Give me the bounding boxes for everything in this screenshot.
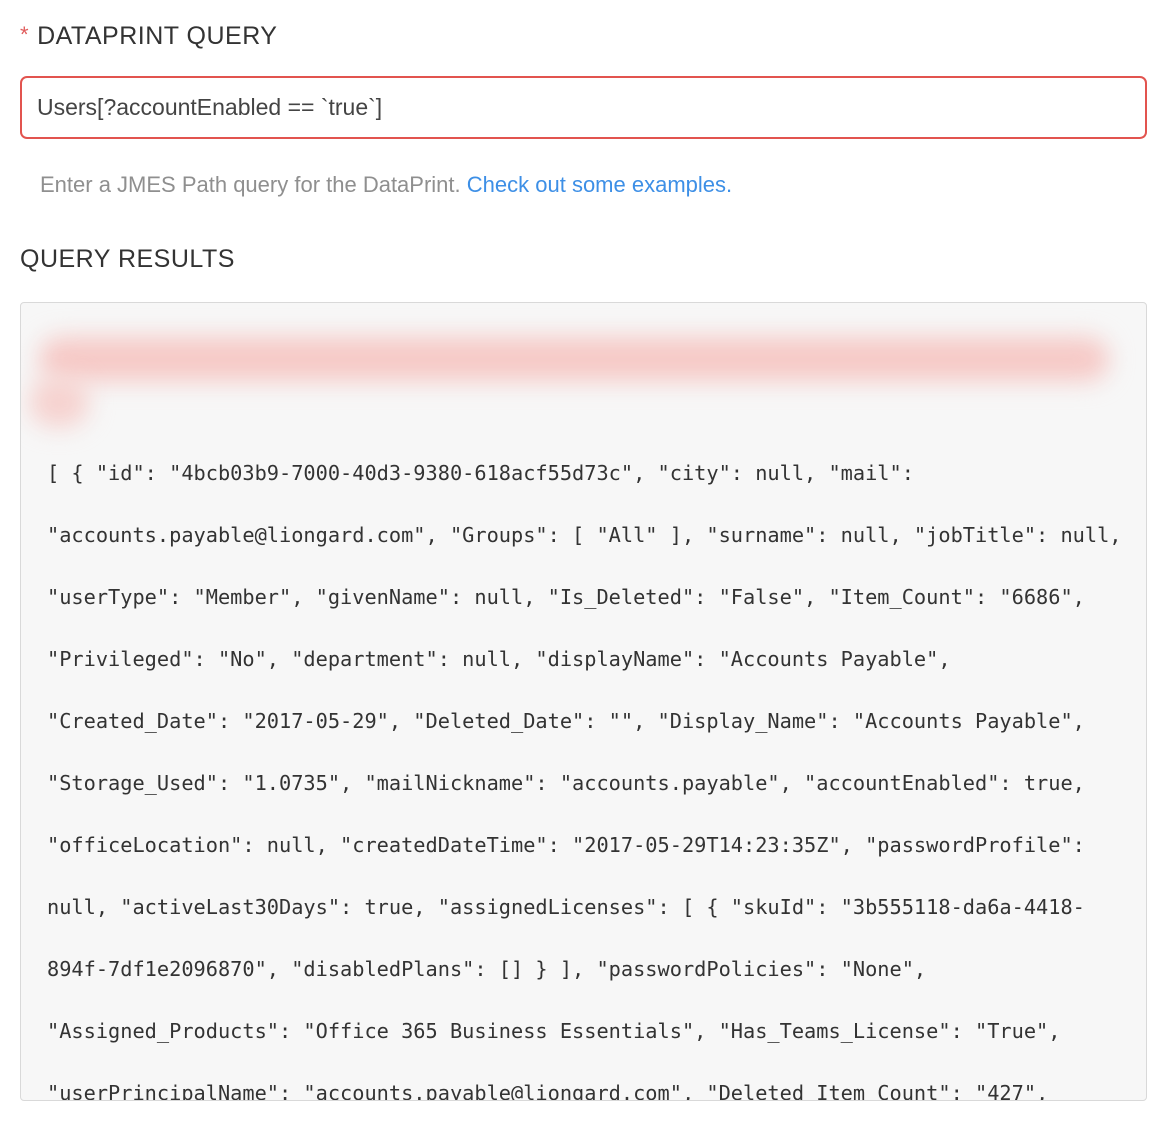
- dataprint-query-input[interactable]: [20, 76, 1147, 139]
- result-line: null, "activeLast30Days": true, "assigne…: [47, 895, 1085, 919]
- result-line: [ { "id": "4bcb03b9-7000-40d3-9380-618ac…: [47, 461, 914, 485]
- result-line: "accounts.payable@liongard.com", "Groups…: [47, 523, 1122, 547]
- query-results-json: [ { "id": "4bcb03b9-7000-40d3-9380-618ac…: [47, 442, 1132, 1101]
- result-line: "Assigned_Products": "Office 365 Busines…: [47, 1019, 1061, 1043]
- examples-link[interactable]: Check out some examples.: [467, 172, 732, 197]
- result-line: "userPrincipalName": "accounts.payable@l…: [47, 1081, 1049, 1101]
- result-line: 894f-7df1e2096870", "disabledPlans": [] …: [47, 957, 927, 981]
- result-line: "Created_Date": "2017-05-29", "Deleted_D…: [47, 709, 1085, 733]
- redacted-content: [29, 317, 1109, 435]
- query-results-panel[interactable]: [ { "id": "4bcb03b9-7000-40d3-9380-618ac…: [20, 302, 1147, 1101]
- query-field-label: * DATAPRINT QUERY: [20, 18, 277, 54]
- result-line: "Storage_Used": "1.0735", "mailNickname"…: [47, 771, 1085, 795]
- required-marker: *: [20, 22, 30, 47]
- query-help-text: Enter a JMES Path query for the DataPrin…: [40, 172, 732, 198]
- redaction-blur: [29, 377, 89, 427]
- result-line: "userType": "Member", "givenName": null,…: [47, 585, 1085, 609]
- redaction-blur: [39, 337, 1109, 381]
- query-results-label: QUERY RESULTS: [20, 245, 235, 273]
- result-line: "officeLocation": null, "createdDateTime…: [47, 833, 1085, 857]
- query-label-text: DATAPRINT QUERY: [37, 21, 278, 50]
- result-line: "Privileged": "No", "department": null, …: [47, 647, 951, 671]
- dataprint-query-page: * DATAPRINT QUERY Enter a JMES Path quer…: [0, 0, 1166, 1122]
- help-text-body: Enter a JMES Path query for the DataPrin…: [40, 172, 461, 197]
